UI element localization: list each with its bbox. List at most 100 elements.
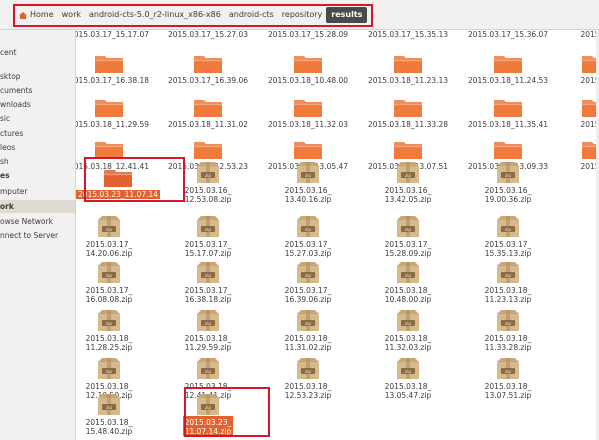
zip-file-item[interactable]: zip 2015.03.17_ 16.38.18.zip [162, 260, 254, 304]
sidebar-item-nnect-to-server[interactable]: nnect to Server [0, 229, 58, 242]
folder-name: 2015.03.18_11.35.41 [467, 120, 549, 129]
zip-file-item[interactable]: zip 2015.03.18_ 12.53.23.zip [262, 356, 354, 400]
zip-file-name-part1: 2015.03.18_ [284, 382, 332, 391]
zip-file-item[interactable]: zip 2015.03.17_ 16.08.08.zip [76, 260, 155, 304]
breadcrumb-label: results [331, 10, 363, 19]
zip-archive-icon: zip [395, 160, 421, 184]
zip-file-item[interactable]: zip 2015.03.17_ 16.39.06.zip [262, 260, 354, 304]
file-grid: 2015.03.17_15.17.07 2015.03.17_15.27.03 20… [76, 30, 599, 440]
zip-file-item[interactable]: zip 2015.03.16_ 12.53.08.zip [162, 160, 254, 204]
zip-file-item[interactable]: zip 2015.03.18_ 13.05.47.zip [362, 356, 454, 400]
zip-archive-icon: zip [96, 214, 122, 238]
folder-icon [293, 52, 323, 74]
folder-item[interactable]: 2015.03.17_15.36.07 [462, 30, 554, 39]
zip-file-item[interactable]: zip 2015.03.17_ 14.20.06.zip [76, 214, 155, 258]
folder-icon [193, 96, 223, 118]
zip-file-name-part2: 11.31.02.zip [284, 343, 332, 352]
zip-file-name-part1: 2015.03.23_ [184, 418, 232, 427]
zip-archive-icon: zip [195, 308, 221, 332]
breadcrumb-item-results[interactable]: results [326, 7, 368, 23]
folder-item[interactable]: 2015.03.18_11.31.02 [162, 96, 254, 129]
zip-badge-label: zip [305, 369, 311, 374]
zip-file-item[interactable]: zip 2015.03.18_ 11.28.25.zip [76, 308, 155, 352]
zip-badge-label: zip [405, 273, 411, 278]
breadcrumb-home[interactable]: Home [15, 7, 58, 23]
folder-item[interactable]: 2015.03.17_15.27.03 [162, 30, 254, 39]
folder-item[interactable]: 2015.03.18_11.29.59 [76, 96, 155, 129]
breadcrumb-item-repository[interactable]: repository [278, 7, 326, 23]
sidebar-item-cent[interactable]: cent [0, 46, 16, 59]
zip-file-name-part1: 2015.03.16_ [484, 186, 532, 195]
folder-name: 2015.03 [580, 120, 599, 129]
folder-item[interactable]: 2015.03.17_15.35.13 [362, 30, 454, 39]
path-bar: Home work android-cts-5.0_r2-linux_x86-x86… [0, 0, 599, 30]
zip-file-item[interactable]: zip 2015.03.17_ 15.17.07.zip [162, 214, 254, 258]
zip-archive-icon: zip [495, 260, 521, 284]
sidebar-item-ork[interactable]: ork [0, 200, 75, 213]
zip-file-item[interactable]: zip 2015.03.18_ 10.48.00.zip [362, 260, 454, 304]
zip-badge-label: zip [505, 227, 511, 232]
zip-file-item[interactable]: zip 2015.03.16_ 13.40.16.zip [262, 160, 354, 204]
sidebar-item-sh[interactable]: sh [0, 155, 9, 168]
zip-archive-icon: zip [195, 160, 221, 184]
folder-item[interactable]: 2015.03.18_11.35.41 [462, 96, 554, 129]
folder-item[interactable]: 2015.03.17_16.38.18 [76, 52, 155, 85]
zip-file-name-part1: 2015.03.17_ [284, 286, 332, 295]
folder-item[interactable]: 2015.03 [550, 138, 599, 171]
zip-file-item[interactable]: zip 2015.03.18_ 13.07.51.zip [462, 356, 554, 400]
folder-item[interactable]: 2015.03.18_11.33.28 [362, 96, 454, 129]
zip-badge-label: zip [405, 173, 411, 178]
zip-file-name-part2: 13.07.51.zip [484, 391, 532, 400]
sidebar-item-ctures[interactable]: ctures [0, 127, 23, 140]
sidebar-item-es[interactable]: es [0, 169, 10, 182]
zip-file-item[interactable]: zip 2015.03.18_ 15.48.40.zip [76, 392, 155, 436]
zip-file-item[interactable]: zip 2015.03.18_ 11.23.13.zip [462, 260, 554, 304]
sidebar-item-owse-network[interactable]: owse Network [0, 215, 53, 228]
zip-badge-label: zip [106, 321, 112, 326]
sidebar-item-leos[interactable]: leos [0, 141, 15, 154]
zip-file-name-part1: 2015.03.17_ [384, 240, 432, 249]
breadcrumb-item-work[interactable]: work [58, 7, 85, 23]
zip-file-item[interactable]: zip 2015.03.16_ 13.42.05.zip [362, 160, 454, 204]
folder-item[interactable]: 2015.03.18_10.48.00 [262, 52, 354, 85]
folder-name: 2015.03.17_15.28.09 [267, 30, 349, 39]
folder-item[interactable]: 2015.03.23_11.07.14 [76, 166, 164, 199]
folder-item[interactable]: 2015.03.18_11.24.53 [462, 52, 554, 85]
zip-archive-icon: zip [96, 392, 122, 416]
zip-file-name-part2: 19.00.36.zip [484, 195, 532, 204]
zip-file-item[interactable]: zip 2015.03.23_ 11.07.14.zip [162, 392, 254, 436]
breadcrumb-item-android-cts-5-0-r2-linux-x86-x86[interactable]: android-cts-5.0_r2-linux_x86-x86 [85, 7, 225, 23]
zip-badge-label: zip [205, 369, 211, 374]
zip-file-item[interactable]: zip 2015.03.17_ 15.28.09.zip [362, 214, 454, 258]
sidebar-item-sic[interactable]: sic [0, 112, 10, 125]
sidebar-item-wnloads[interactable]: wnloads [0, 98, 31, 111]
zip-file-item[interactable]: zip 2015.03.18_ 11.33.28.zip [462, 308, 554, 352]
folder-item[interactable]: 2015.03.17_16.39.06 [162, 52, 254, 85]
folder-item[interactable]: 2015.03 [550, 30, 599, 39]
folder-icon [393, 96, 423, 118]
breadcrumb-item-android-cts[interactable]: android-cts [225, 7, 278, 23]
zip-file-item[interactable]: zip 2015.03.18_ 11.31.02.zip [262, 308, 354, 352]
folder-item[interactable]: 2015.03.17_15.28.09 [262, 30, 354, 39]
zip-archive-icon: zip [395, 308, 421, 332]
zip-file-item[interactable]: zip 2015.03.17_ 15.35.13.zip [462, 214, 554, 258]
zip-file-item[interactable]: zip 2015.03.16_ 19.00.36.zip [462, 160, 554, 204]
folder-name: 2015.03 [580, 30, 599, 39]
folder-item[interactable]: 2015.03.18_11.23.13 [362, 52, 454, 85]
zip-file-name-part1: 2015.03.17_ [484, 240, 532, 249]
sidebar-item-cuments[interactable]: cuments [0, 84, 32, 97]
zip-file-item[interactable]: zip 2015.03.17_ 15.27.03.zip [262, 214, 354, 258]
zip-file-name-part1: 2015.03.18_ [184, 382, 232, 391]
zip-file-item[interactable]: zip 2015.03.18_ 11.32.03.zip [362, 308, 454, 352]
folder-icon [493, 96, 523, 118]
folder-item[interactable]: 2015.03.18_11.32.03 [262, 96, 354, 129]
folder-item[interactable]: 2015.03 [550, 52, 599, 85]
folder-item[interactable]: 2015.03.17_15.17.07 [76, 30, 155, 39]
zip-file-name-part2: 11.28.25.zip [85, 343, 133, 352]
folder-item[interactable]: 2015.03 [550, 96, 599, 129]
folder-name: 2015.03.17_16.38.18 [76, 76, 150, 85]
zip-badge-label: zip [505, 273, 511, 278]
zip-file-item[interactable]: zip 2015.03.18_ 11.29.59.zip [162, 308, 254, 352]
sidebar-item-mputer[interactable]: mputer [0, 185, 27, 198]
sidebar-item-sktop[interactable]: sktop [0, 70, 21, 83]
